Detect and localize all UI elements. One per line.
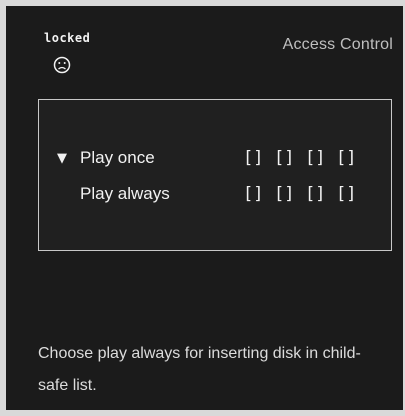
option-label: Play once: [80, 148, 155, 167]
slot-group: [] [] [] []: [243, 148, 356, 168]
play-mode-panel: ▼ Play once [] [] [] [] Play always [] […: [38, 99, 392, 251]
slot-bracket[interactable]: []: [336, 184, 356, 204]
device-frame: locked Access Control ▼ Play once [] [] …: [0, 0, 405, 416]
access-control-screen: locked Access Control ▼ Play once [] [] …: [6, 6, 403, 410]
screen-title: Access Control: [282, 36, 393, 53]
slot-bracket[interactable]: []: [243, 184, 263, 204]
option-label: Play always: [80, 184, 170, 203]
slot-bracket[interactable]: []: [305, 184, 325, 204]
slot-bracket[interactable]: []: [305, 148, 325, 168]
slot-group: [] [] [] []: [243, 184, 356, 204]
help-text: Choose play always for inserting disk in…: [38, 345, 361, 394]
sad-face-icon: [53, 56, 71, 74]
option-play-always[interactable]: Play always [] [] [] []: [39, 183, 391, 211]
slot-bracket[interactable]: []: [243, 148, 263, 168]
lock-status-label: locked: [44, 31, 91, 45]
option-play-once[interactable]: ▼ Play once [] [] [] []: [39, 147, 391, 175]
slot-bracket[interactable]: []: [274, 148, 294, 168]
selection-triangle-icon: ▼: [57, 151, 67, 166]
slot-bracket[interactable]: []: [274, 184, 294, 204]
slot-bracket[interactable]: []: [336, 148, 356, 168]
